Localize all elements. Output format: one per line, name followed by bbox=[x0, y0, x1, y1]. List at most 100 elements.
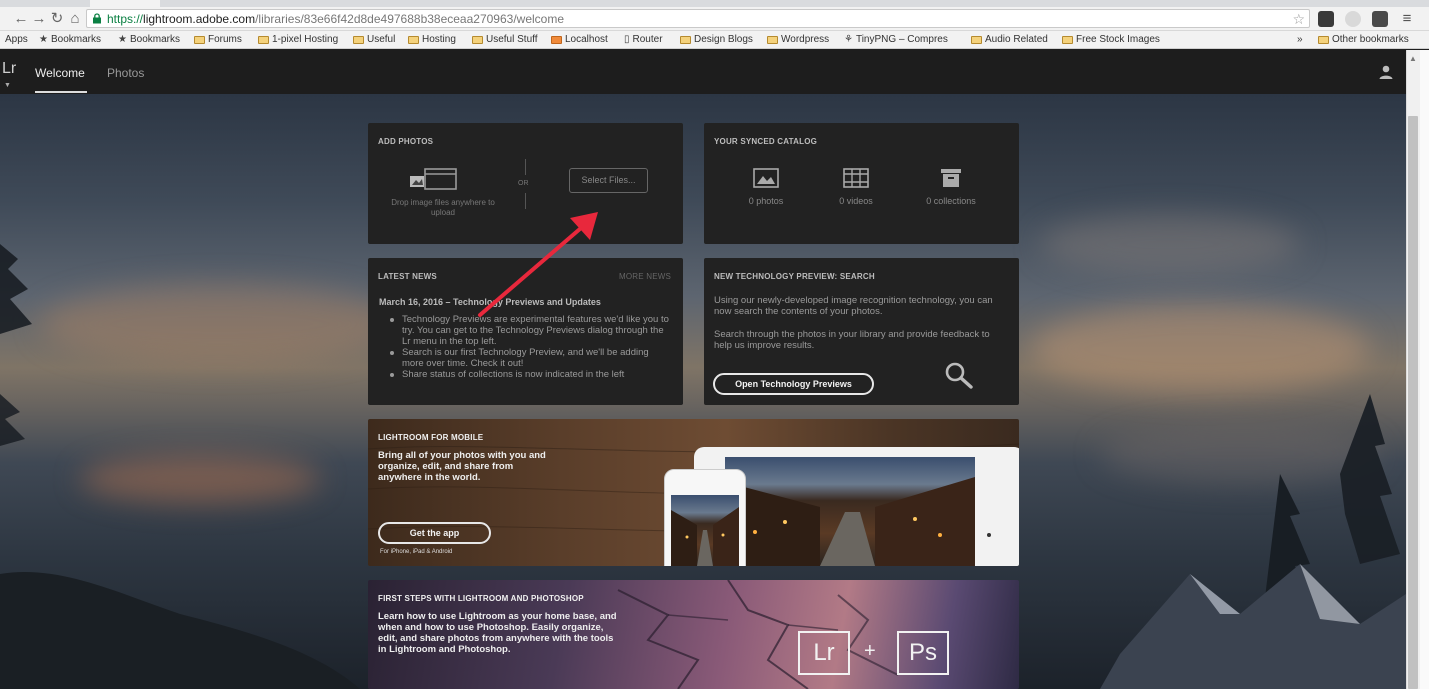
star-icon: ★ bbox=[39, 34, 48, 45]
tech-preview-card: NEW TECHNOLOGY PREVIEW: SEARCH Using our… bbox=[704, 258, 1019, 405]
collections-count[interactable]: 0 collections bbox=[911, 196, 991, 206]
tab-welcome[interactable]: Welcome bbox=[35, 66, 85, 80]
app-header: Lr ▼ Welcome Photos bbox=[0, 50, 1406, 94]
open-technology-previews-button[interactable]: Open Technology Previews bbox=[713, 373, 874, 395]
red-arrow-annotation bbox=[478, 212, 598, 317]
bookmark-label: Hosting bbox=[422, 34, 456, 45]
photos-count[interactable]: 0 photos bbox=[726, 196, 806, 206]
scroll-up-icon[interactable]: ▲ bbox=[1409, 54, 1417, 63]
bookmark-item[interactable]: ⚘ TinyPNG – Compres bbox=[844, 33, 948, 47]
card-title: LATEST NEWS bbox=[378, 272, 437, 281]
lr-logo[interactable]: Lr bbox=[2, 60, 16, 78]
bookmark-star-icon[interactable]: ☆ bbox=[1292, 11, 1305, 28]
or-label: OR bbox=[518, 180, 529, 187]
bookmark-item[interactable]: ★ Bookmarks bbox=[39, 33, 101, 47]
collections-icon bbox=[941, 169, 961, 187]
tech-preview-text-2: Search through the photos in your librar… bbox=[714, 329, 990, 351]
folder-icon bbox=[767, 36, 778, 44]
tech-preview-text-1: Using our newly-developed image recognit… bbox=[714, 295, 993, 317]
ipad-screen-photo bbox=[725, 457, 975, 566]
home-icon[interactable]: ⌂ bbox=[66, 10, 84, 28]
bookmark-label: Bookmarks bbox=[129, 34, 180, 45]
bookmark-folder[interactable]: Design Blogs bbox=[680, 33, 753, 47]
back-arrow-icon[interactable]: ← bbox=[12, 10, 30, 28]
bookmark-label: Free Stock Images bbox=[1076, 34, 1160, 45]
url-scheme: https:// bbox=[107, 12, 144, 26]
card-title: LIGHTROOM FOR MOBILE bbox=[378, 433, 484, 442]
folder-icon bbox=[408, 36, 419, 44]
bookmark-item[interactable]: ★ Bookmarks bbox=[118, 33, 180, 47]
videos-count[interactable]: 0 videos bbox=[816, 196, 896, 206]
bookmarks-bar: Apps ★ Bookmarks ★ Bookmarks Forums 1-pixe… bbox=[0, 31, 1429, 49]
bookmark-folder[interactable]: 1-pixel Hosting bbox=[258, 33, 338, 47]
folder-icon bbox=[353, 36, 364, 44]
window-edge bbox=[1420, 50, 1429, 689]
videos-icon bbox=[843, 168, 869, 188]
star-icon: ★ bbox=[118, 34, 127, 45]
bookmarks-overflow[interactable]: » bbox=[1297, 33, 1303, 47]
synced-catalog-card: YOUR SYNCED CATALOG 0 photos 0 videos 0 … bbox=[704, 123, 1019, 244]
folder-icon bbox=[194, 36, 205, 44]
scrollbar-thumb[interactable] bbox=[1408, 116, 1418, 689]
folder-icon bbox=[971, 36, 982, 44]
browser-tab[interactable] bbox=[90, 0, 160, 7]
forward-arrow-icon[interactable]: → bbox=[30, 10, 48, 28]
bookmark-item[interactable]: ▯ Router bbox=[624, 33, 663, 47]
card-title: NEW TECHNOLOGY PREVIEW: SEARCH bbox=[714, 272, 875, 281]
photos-icon bbox=[753, 168, 779, 188]
bookmark-label: Apps bbox=[5, 34, 28, 45]
folder-icon bbox=[258, 36, 269, 44]
browser-toolbar: ← → ↻ ⌂ https://lightroom.adobe.com/libr… bbox=[0, 7, 1429, 31]
reload-icon[interactable]: ↻ bbox=[48, 10, 66, 28]
chrome-menu-icon[interactable]: ≡ bbox=[1398, 10, 1416, 28]
card-title: ADD PHOTOS bbox=[378, 137, 434, 146]
bookmark-folder[interactable]: Useful bbox=[353, 33, 395, 47]
bookmark-folder[interactable]: Free Stock Images bbox=[1062, 33, 1160, 47]
bookmark-folder[interactable]: Useful Stuff bbox=[472, 33, 538, 47]
caret-down-icon[interactable]: ▼ bbox=[4, 82, 11, 89]
bookmark-item[interactable]: Localhost bbox=[551, 33, 608, 47]
address-bar[interactable]: https://lightroom.adobe.com/libraries/83… bbox=[86, 9, 1310, 28]
card-title: YOUR SYNCED CATALOG bbox=[714, 137, 818, 146]
extension-box-icon[interactable] bbox=[1372, 11, 1388, 27]
photoshop-logo: Ps bbox=[897, 631, 949, 675]
lightroom-logo: Lr bbox=[798, 631, 850, 675]
folder-icon bbox=[472, 36, 483, 44]
bookmark-folder[interactable]: Forums bbox=[194, 33, 242, 47]
bookmark-label: TinyPNG – Compres bbox=[855, 34, 948, 45]
mobile-promo-text: Bring all of your photos with you and or… bbox=[378, 450, 546, 483]
platform-links[interactable]: For iPhone, iPad & Android bbox=[380, 549, 452, 555]
url-text: https://lightroom.adobe.com/libraries/83… bbox=[107, 12, 564, 26]
other-bookmarks[interactable]: Other bookmarks bbox=[1318, 33, 1409, 47]
first-steps-text: Learn how to use Lightroom as your home … bbox=[378, 611, 617, 655]
bookmark-label: Wordpress bbox=[781, 34, 830, 45]
bookmark-folder[interactable]: Hosting bbox=[408, 33, 456, 47]
select-files-button[interactable]: Select Files... bbox=[569, 168, 648, 193]
folder-icon bbox=[680, 36, 691, 44]
lightroom-mobile-card: LIGHTROOM FOR MOBILE Bring all of your p… bbox=[368, 419, 1019, 566]
user-icon[interactable] bbox=[1378, 64, 1394, 80]
page-icon: ▯ bbox=[624, 34, 630, 45]
bookmark-label: Design Blogs bbox=[694, 34, 753, 45]
localhost-icon bbox=[551, 36, 562, 44]
drop-images-icon bbox=[410, 168, 457, 190]
extension-globe-icon[interactable] bbox=[1345, 11, 1361, 27]
first-steps-card: FIRST STEPS WITH LIGHTROOM AND PHOTOSHOP… bbox=[368, 580, 1019, 689]
bookmark-apps[interactable]: Apps bbox=[5, 33, 28, 47]
bookmark-label: Useful Stuff bbox=[486, 34, 538, 45]
more-news-link[interactable]: MORE NEWS bbox=[619, 272, 671, 281]
get-the-app-button[interactable]: Get the app bbox=[378, 522, 491, 544]
tab-photos[interactable]: Photos bbox=[107, 66, 144, 80]
news-fade-overlay bbox=[368, 376, 683, 404]
lock-icon bbox=[93, 13, 101, 24]
bookmark-label: Localhost bbox=[565, 34, 608, 45]
bookmark-folder[interactable]: Audio Related bbox=[971, 33, 1048, 47]
active-tab-indicator bbox=[35, 91, 87, 93]
bookmark-folder[interactable]: Wordpress bbox=[767, 33, 829, 47]
iphone-screen-photo bbox=[671, 495, 739, 566]
extension-stack-icon[interactable] bbox=[1318, 11, 1334, 27]
ipad-home-button bbox=[987, 533, 991, 537]
url-path: /libraries/83e66f42d8de497688b38eceaa270… bbox=[255, 12, 565, 26]
street-scene bbox=[725, 477, 975, 566]
tinypng-icon: ⚘ bbox=[844, 34, 853, 45]
